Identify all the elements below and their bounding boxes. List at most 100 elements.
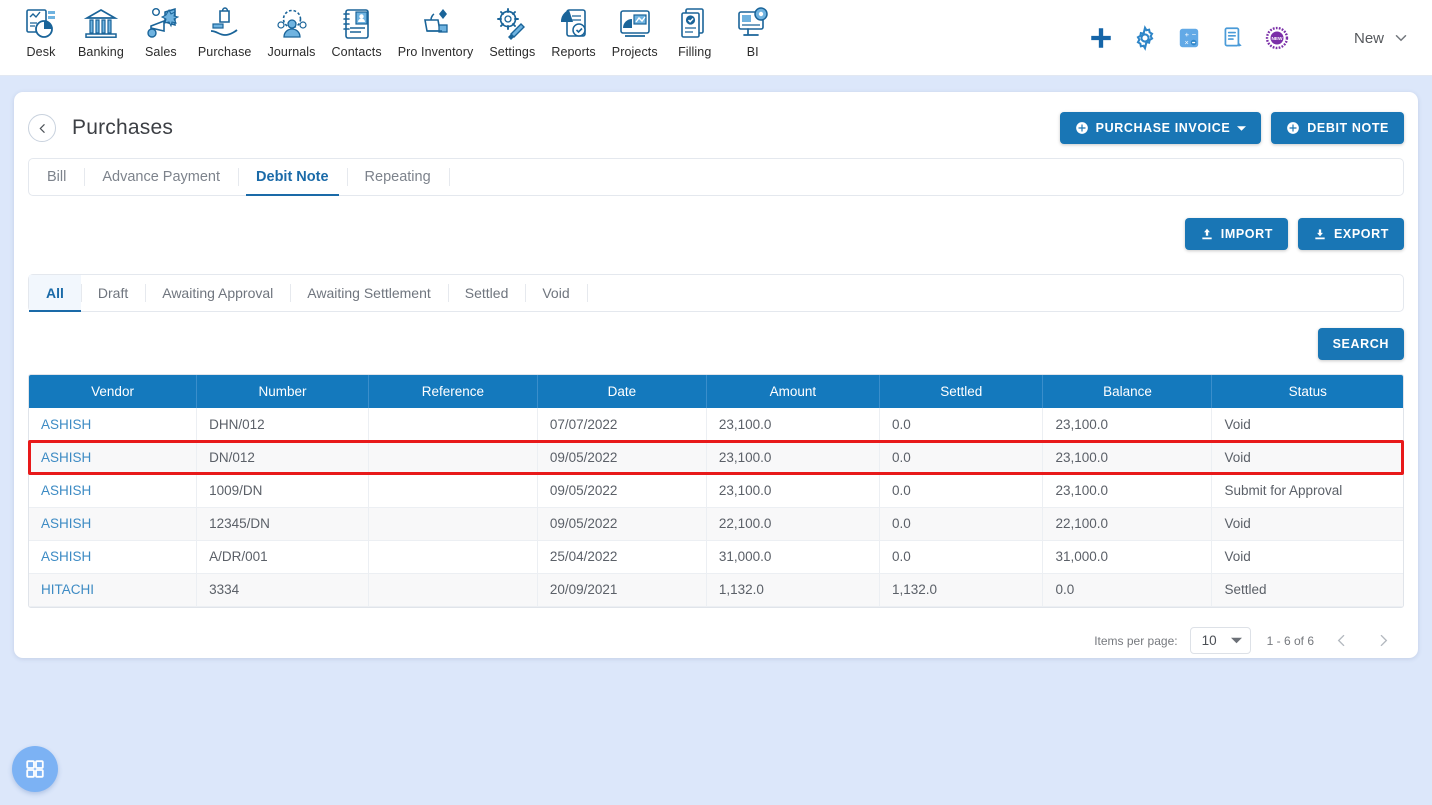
new-badge-icon[interactable]: NEW [1255,18,1299,58]
cell-amount: 31,000.0 [706,540,880,574]
pagination-controls: Items per page: 10 1 - 6 of 6 [28,624,1398,658]
bi-monitor-gear-icon [735,6,771,42]
nav-module-purchase[interactable]: Purchase [190,0,260,59]
import-button[interactable]: IMPORT [1184,218,1288,250]
cell-vendor[interactable]: ASHISH [29,507,198,541]
table-row[interactable]: ASHISH 12345/DN 09/05/2022 22,100.0 0.0 22,10… [29,507,1403,541]
cell-settled: 1,132.0 [879,573,1044,607]
tab-repeating[interactable]: Repeating [346,159,449,195]
table-row[interactable]: ASHISH A/DR/001 25/04/2022 31,000.0 0.0 31,00… [29,540,1403,574]
cell-reference [368,441,538,475]
cell-amount: 23,100.0 [706,408,880,442]
column-header-number[interactable]: Number [196,375,369,408]
settings-gear-wrench-icon [494,6,530,42]
nav-module-journals[interactable]: Journals [259,0,323,59]
cell-date: 20/09/2021 [537,573,707,607]
user-menu[interactable]: New [1354,29,1410,47]
column-header-balance[interactable]: Balance [1042,375,1213,408]
document-type-tabs: Bill Advance Payment Debit Note Repeating [28,158,1404,196]
column-header-reference[interactable]: Reference [368,375,538,408]
nav-module-pro-inventory[interactable]: Pro Inventory [390,0,482,59]
nav-module-settings[interactable]: Settings [481,0,543,59]
tab-advance-payment[interactable]: Advance Payment [84,159,238,195]
previous-page-button[interactable] [1326,626,1356,656]
purchase-bag-hand-icon [207,6,243,42]
back-button[interactable] [28,114,56,142]
status-tab-draft[interactable]: Draft [80,275,145,311]
status-filter-tabs: All Draft Awaiting Approval Awaiting Settle… [28,274,1404,312]
upload-icon [1202,228,1212,240]
status-tab-awaiting-approval[interactable]: Awaiting Approval [145,275,290,311]
table-body: ASHISH DHN/012 07/07/2022 23,100.0 0.0 23,100… [29,408,1403,607]
column-header-amount[interactable]: Amount [706,375,880,408]
table-row[interactable]: ASHISH 1009/DN 09/05/2022 23,100.0 0.0 23,100… [29,474,1403,508]
cell-number: 3334 [196,573,369,607]
cell-amount: 23,100.0 [706,441,880,475]
nav-module-contacts[interactable]: Contacts [324,0,390,59]
items-per-page-select[interactable]: 10 [1189,627,1251,654]
nav-module-label: Projects [611,45,658,59]
cell-settled: 0.0 [879,441,1044,475]
user-name-label: New [1353,29,1384,47]
calculator-icon[interactable]: + − × [1167,18,1211,58]
cell-settled: 0.0 [879,408,1044,442]
nav-module-projects[interactable]: Projects [604,0,666,59]
cell-reference [368,573,538,607]
apps-launcher-button[interactable] [12,746,58,792]
cell-reference [368,474,538,508]
nav-module-desk[interactable]: Desk [12,0,70,59]
cell-balance: 0.0 [1042,573,1213,607]
cell-status: Submit for Approval [1211,474,1403,508]
nav-module-reports[interactable]: Reports [543,0,603,59]
header-action-buttons: PURCHASE INVOICE DEBIT NOTE [1059,112,1404,144]
import-label: IMPORT [1220,227,1273,241]
status-tab-void[interactable]: Void [525,275,586,311]
status-tab-awaiting-settlement[interactable]: Awaiting Settlement [290,275,447,311]
export-label: EXPORT [1334,227,1389,241]
gear-icon[interactable] [1123,18,1167,58]
cell-balance: 23,100.0 [1042,441,1213,475]
cell-vendor[interactable]: ASHISH [29,408,198,442]
action-label: PURCHASE INVOICE [1095,121,1231,135]
cell-vendor[interactable]: ASHISH [29,441,198,475]
action-debit-note-button[interactable]: DEBIT NOTE [1271,112,1404,144]
cell-amount: 22,100.0 [706,507,880,541]
cell-vendor[interactable]: ASHISH [29,474,198,508]
nav-module-sales[interactable]: Sales [132,0,190,59]
nav-module-label: Pro Inventory [397,45,474,59]
pagination-range: 1 - 6 of 6 [1266,633,1314,648]
table-row[interactable]: HITACHI 3334 20/09/2021 1,132.0 1,132.0 0.0 Se… [29,573,1403,607]
cell-amount: 23,100.0 [706,474,880,508]
add-plus-icon[interactable] [1079,18,1123,58]
status-tab-all[interactable]: All [29,275,81,312]
cell-balance: 23,100.0 [1042,408,1213,442]
tab-separator [586,284,588,302]
column-header-date[interactable]: Date [537,375,707,408]
table-row[interactable]: ASHISH DHN/012 07/07/2022 23,100.0 0.0 23,100… [29,408,1403,442]
apps-grid-icon [26,760,44,778]
cell-number: DHN/012 [196,408,369,442]
column-header-vendor[interactable]: Vendor [29,375,198,408]
cell-date: 25/04/2022 [537,540,707,574]
cell-vendor[interactable]: HITACHI [29,573,198,607]
plus-circle-icon [1075,122,1088,134]
nav-module-filling[interactable]: Filling [666,0,724,59]
table-row[interactable]: ASHISH DN/012 09/05/2022 23,100.0 0.0 23,100.… [29,441,1403,475]
status-tab-settled[interactable]: Settled [447,275,526,311]
svg-text:×: × [1185,40,1189,47]
next-page-button[interactable] [1368,626,1398,656]
export-button[interactable]: EXPORT [1298,218,1404,250]
projects-board-icon [617,6,653,42]
search-button[interactable]: SEARCH [1317,328,1404,360]
column-header-status[interactable]: Status [1211,375,1403,408]
action-purchase-invoice-button[interactable]: PURCHASE INVOICE [1059,112,1262,144]
page-title: Purchases [72,116,174,139]
column-header-settled[interactable]: Settled [879,375,1044,408]
tab-debit-note[interactable]: Debit Note [238,159,347,196]
nav-module-banking[interactable]: Banking [70,0,132,59]
cell-vendor[interactable]: ASHISH [29,540,198,574]
notes-icon[interactable] [1211,18,1255,58]
tab-bill[interactable]: Bill [29,159,84,195]
reports-piechart-icon [556,6,592,42]
nav-module-bi[interactable]: BI [724,0,782,59]
